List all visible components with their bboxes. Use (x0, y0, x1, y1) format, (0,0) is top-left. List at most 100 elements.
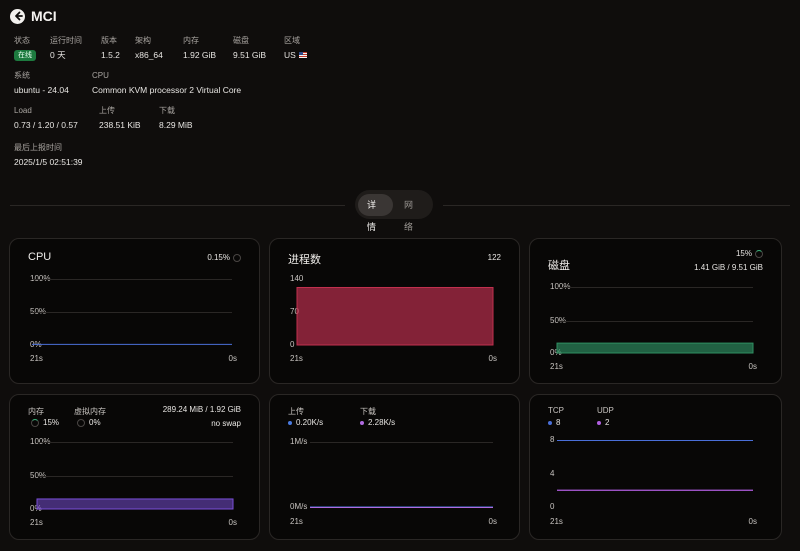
arrow-left-icon (14, 11, 23, 21)
last-report-label: 最后上报时间 (14, 143, 62, 152)
disk-percent-wrap: 15% (736, 249, 763, 258)
tab-details[interactable]: 详情 (358, 193, 393, 232)
disk-usage: 1.41 GiB / 9.51 GiB (694, 263, 763, 272)
upload-label: 上传 (99, 106, 115, 115)
cpu-card-value: 0.15% (207, 253, 241, 262)
status-badge: 在线 (14, 50, 36, 61)
conn-ytick: 0 (550, 502, 555, 511)
disk-ring-icon (755, 249, 763, 258)
conn-ytick: 4 (550, 469, 555, 478)
download-value: 8.29 MiB (159, 120, 193, 130)
network-time-start: 21s (290, 517, 303, 526)
version-label: 版本 (101, 36, 117, 45)
connections-card: TCP 8 UDP 2 8 4 0 21s 0s (529, 394, 782, 540)
status-label: 状态 (14, 36, 30, 45)
region-value: US (284, 50, 296, 60)
info-row-1: 状态 在线 运行时间 0 天 版本 1.5.2 架构 x86_64 内存 1.9… (14, 36, 324, 61)
swap-percent: 0% (89, 418, 101, 427)
udp-wrap: 2 (597, 418, 609, 427)
arch-label: 架构 (135, 36, 151, 45)
process-ytick: 0 (290, 340, 295, 349)
tcp-label: TCP (548, 406, 564, 415)
conn-ytick: 8 (550, 435, 555, 444)
divider-left (10, 205, 345, 206)
network-card: 上传 0.20K/s 下载 2.28K/s 1M/s 0M/s 21s 0s (269, 394, 520, 540)
cpu-card: CPU 0.15% 100% 50% 0% 21s 0s (9, 238, 260, 384)
arch-cell: 架构 x86_64 (135, 36, 183, 61)
process-area (296, 286, 494, 346)
memory-value: 1.92 GiB (183, 50, 217, 60)
back-button[interactable] (10, 8, 25, 24)
cpu-time-start: 21s (30, 354, 43, 363)
info-row-2: 系统 ubuntu - 24.04 CPU Common KVM process… (14, 71, 292, 95)
network-chart (310, 442, 493, 508)
cpu-cell: CPU Common KVM processor 2 Virtual Core (92, 71, 292, 95)
disk-area (556, 342, 754, 354)
uptime-cell: 运行时间 0 天 (50, 36, 101, 61)
cpu-chart (32, 343, 232, 345)
info-row-3: Load 0.73 / 1.20 / 0.57 上传 238.51 KiB 下载… (14, 106, 219, 130)
tab-network[interactable]: 网络 (395, 194, 430, 232)
net-download-label: 下载 (360, 407, 376, 416)
memory-time-start: 21s (30, 518, 43, 527)
upload-cell: 上传 238.51 KiB (99, 106, 159, 130)
cpu-label: CPU (92, 71, 109, 80)
process-count: 122 (487, 253, 501, 262)
tcp-dot-icon (548, 420, 552, 425)
region-label: 区域 (284, 36, 300, 45)
tcp-value: 8 (556, 418, 561, 427)
disk-card-title: 磁盘 (548, 260, 570, 272)
load-cell: Load 0.73 / 1.20 / 0.57 (14, 106, 99, 130)
system-value: ubuntu - 24.04 (14, 85, 69, 95)
udp-label: UDP (597, 406, 614, 415)
process-card-title: 进程数 (288, 254, 321, 266)
disk-time-start: 21s (550, 362, 563, 371)
disk-percent: 15% (735, 249, 752, 258)
memory-ring-icon (31, 418, 39, 427)
cpu-card-title: CPU (28, 251, 52, 263)
version-value: 1.5.2 (101, 50, 120, 60)
connections-chart (557, 440, 753, 491)
process-time-end: 0s (488, 354, 497, 363)
memory-percent: 15% (43, 418, 60, 427)
upload-dot-icon (288, 420, 292, 425)
process-card: 进程数 122 140 70 0 21s 0s (269, 238, 520, 384)
disk-chart (556, 342, 754, 354)
memory-chart (36, 498, 234, 510)
download-dot-icon (360, 420, 364, 425)
last-report-cell: 最后上报时间 2025/1/5 02:51:39 (14, 143, 83, 167)
memory-usage: 289.24 MiB / 1.92 GiB (162, 405, 241, 414)
last-report-value: 2025/1/5 02:51:39 (14, 157, 83, 167)
udp-value: 2 (605, 418, 610, 427)
tab-bar: 详情 网络 (355, 190, 433, 232)
swap-percent-wrap: 0% (74, 418, 101, 427)
server-name: MCI (31, 8, 57, 24)
memory-percent-wrap: 15% (28, 418, 59, 427)
cpu-value: Common KVM processor 2 Virtual Core (92, 85, 242, 95)
arch-value: x86_64 (135, 50, 163, 60)
header: MCI (10, 8, 57, 24)
load-value: 0.73 / 1.20 / 0.57 (14, 120, 78, 130)
tcp-wrap: 8 (548, 418, 560, 427)
net-upload-wrap: 0.20K/s (288, 418, 323, 427)
cpu-ring-icon (233, 253, 241, 262)
info-row-4: 最后上报时间 2025/1/5 02:51:39 (14, 143, 83, 167)
swap-ring-icon (77, 418, 85, 427)
conn-time-end: 0s (748, 517, 757, 526)
divider-right (443, 205, 790, 206)
version-cell: 版本 1.5.2 (101, 36, 135, 61)
process-time-start: 21s (290, 354, 303, 363)
disk-value: 9.51 GiB (233, 50, 267, 60)
cpu-time-end: 0s (228, 354, 237, 363)
load-label: Load (14, 106, 32, 115)
swap-label: 虚拟内存 (74, 407, 106, 416)
download-cell: 下载 8.29 MiB (159, 106, 219, 130)
memory-cell: 内存 1.92 GiB (183, 36, 233, 61)
us-flag-icon (298, 52, 307, 58)
system-label: 系统 (14, 71, 30, 80)
disk-cell: 磁盘 9.51 GiB (233, 36, 284, 61)
memory-label: 内存 (28, 407, 44, 416)
process-chart (296, 286, 494, 346)
download-label: 下载 (159, 106, 175, 115)
disk-time-end: 0s (748, 362, 757, 371)
